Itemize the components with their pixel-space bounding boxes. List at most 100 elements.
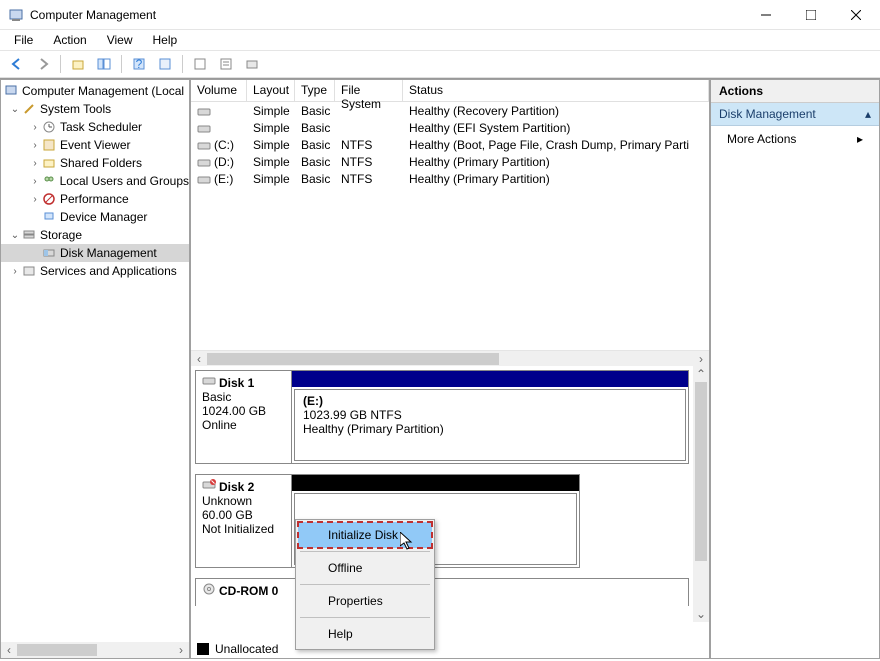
tree-device-manager[interactable]: Device Manager <box>1 208 189 226</box>
disk-graphical-view: Disk 1 Basic 1024.00 GB Online (E:) 1023… <box>191 366 709 640</box>
volume-row[interactable]: (E:)SimpleBasicNTFSHealthy (Primary Part… <box>191 170 709 187</box>
disk-mgmt-icon <box>41 245 57 261</box>
users-icon <box>41 173 57 189</box>
col-fs[interactable]: File System <box>335 80 403 101</box>
col-status[interactable]: Status <box>403 80 709 101</box>
disk-1-label: Disk 1 Basic 1024.00 GB Online <box>196 371 292 463</box>
expand-icon[interactable]: › <box>9 266 21 277</box>
scroll-up-icon[interactable]: ⌃ <box>693 366 709 382</box>
refresh-button[interactable] <box>154 53 176 75</box>
tree-root[interactable]: Computer Management (Local <box>1 82 189 100</box>
actions-section[interactable]: Disk Management ▴ <box>711 103 879 126</box>
forward-button[interactable] <box>32 53 54 75</box>
tools-icon <box>21 101 37 117</box>
menubar: File Action View Help <box>0 30 880 50</box>
tree-local-users[interactable]: › Local Users and Groups <box>1 172 189 190</box>
context-menu: Initialize Disk Offline Properties Help <box>295 519 435 650</box>
main-area: Computer Management (Local ⌄ System Tool… <box>0 78 880 659</box>
drive-icon <box>197 157 211 167</box>
ctx-help[interactable]: Help <box>298 621 432 647</box>
settings-button[interactable] <box>189 53 211 75</box>
gfx-vscroll[interactable]: ⌃ ⌄ <box>693 366 709 622</box>
tree-event-viewer[interactable]: › Event Viewer <box>1 136 189 154</box>
svg-text:?: ? <box>136 57 143 71</box>
expand-icon[interactable]: › <box>29 158 41 169</box>
chevron-right-icon: ▸ <box>857 132 863 146</box>
col-layout[interactable]: Layout <box>247 80 295 101</box>
drive-icon <box>197 140 211 150</box>
collapse-icon[interactable]: ⌄ <box>9 230 21 241</box>
cdrom-icon <box>202 583 216 598</box>
disk-2-band <box>292 475 579 491</box>
cdrom-block[interactable]: CD-ROM 0 <box>195 578 689 606</box>
expand-icon[interactable]: › <box>29 122 41 133</box>
menu-view[interactable]: View <box>99 31 141 49</box>
scroll-left-icon[interactable]: ‹ <box>191 351 207 367</box>
legend-swatch-unallocated <box>197 643 209 655</box>
properties-button[interactable] <box>215 53 237 75</box>
app-icon <box>8 7 24 23</box>
menu-file[interactable]: File <box>6 31 41 49</box>
ctx-separator <box>300 617 430 618</box>
volume-row[interactable]: (C:)SimpleBasicNTFSHealthy (Boot, Page F… <box>191 136 709 153</box>
actions-more[interactable]: More Actions ▸ <box>711 126 879 152</box>
collapse-icon[interactable]: ⌄ <box>9 104 21 115</box>
volume-hscroll[interactable]: ‹ › <box>191 350 709 366</box>
storage-icon <box>21 227 37 243</box>
col-type[interactable]: Type <box>295 80 335 101</box>
maximize-button[interactable] <box>788 1 833 29</box>
expand-icon[interactable]: › <box>29 140 41 151</box>
expand-icon[interactable]: › <box>29 194 41 205</box>
tree-storage[interactable]: ⌄ Storage <box>1 226 189 244</box>
actions-header: Actions <box>711 80 879 103</box>
volume-row[interactable]: SimpleBasicHealthy (Recovery Partition) <box>191 102 709 119</box>
ctx-offline[interactable]: Offline <box>298 555 432 581</box>
tree-task-scheduler[interactable]: › Task Scheduler <box>1 118 189 136</box>
scroll-left-icon[interactable]: ‹ <box>1 642 17 658</box>
tree-services[interactable]: › Services and Applications <box>1 262 189 280</box>
tree-hscroll[interactable]: ‹ › <box>1 642 189 658</box>
disk-1-block[interactable]: Disk 1 Basic 1024.00 GB Online (E:) 1023… <box>195 370 689 464</box>
disk-1-band <box>292 371 688 387</box>
ctx-properties[interactable]: Properties <box>298 588 432 614</box>
drive-warning-icon <box>202 479 216 494</box>
expand-icon[interactable]: › <box>29 176 41 187</box>
scroll-right-icon[interactable]: › <box>173 642 189 658</box>
legend: Unallocated <box>191 640 709 658</box>
tree-root-label: Computer Management (Local <box>22 84 184 98</box>
up-button[interactable] <box>67 53 89 75</box>
ctx-initialize-disk[interactable]: Initialize Disk <box>298 522 432 548</box>
show-hide-tree-button[interactable] <box>93 53 115 75</box>
scroll-down-icon[interactable]: ⌄ <box>693 606 709 622</box>
ctx-separator <box>300 584 430 585</box>
legend-label-unallocated: Unallocated <box>215 642 278 656</box>
close-button[interactable] <box>833 1 878 29</box>
volume-header: Volume Layout Type File System Status <box>191 80 709 102</box>
computer-icon <box>3 83 19 99</box>
event-icon <box>41 137 57 153</box>
volume-list: Volume Layout Type File System Status Si… <box>191 80 709 366</box>
tree-system-tools[interactable]: ⌄ System Tools <box>1 100 189 118</box>
titlebar: Computer Management <box>0 0 880 30</box>
volume-row[interactable]: (D:)SimpleBasicNTFSHealthy (Primary Part… <box>191 153 709 170</box>
tree-performance[interactable]: › Performance <box>1 190 189 208</box>
disk-1-partition-e[interactable]: (E:) 1023.99 GB NTFS Healthy (Primary Pa… <box>294 389 686 461</box>
disk-2-label: Disk 2 Unknown 60.00 GB Not Initialized <box>196 475 292 567</box>
scroll-right-icon[interactable]: › <box>693 351 709 367</box>
collapse-icon[interactable]: ▴ <box>865 107 871 121</box>
tree-disk-management[interactable]: Disk Management <box>1 244 189 262</box>
menu-action[interactable]: Action <box>45 31 94 49</box>
volume-row[interactable]: SimpleBasicHealthy (EFI System Partition… <box>191 119 709 136</box>
help-button[interactable]: ? <box>128 53 150 75</box>
drive-icon <box>197 106 211 116</box>
minimize-button[interactable] <box>743 1 788 29</box>
tree-shared-folders[interactable]: › Shared Folders <box>1 154 189 172</box>
col-volume[interactable]: Volume <box>191 80 247 101</box>
console-tree: Computer Management (Local ⌄ System Tool… <box>0 79 190 659</box>
back-button[interactable] <box>6 53 28 75</box>
device-icon <box>41 209 57 225</box>
toolbar: ? <box>0 50 880 78</box>
menu-help[interactable]: Help <box>145 31 186 49</box>
clock-icon <box>41 119 57 135</box>
extra-button[interactable] <box>241 53 263 75</box>
